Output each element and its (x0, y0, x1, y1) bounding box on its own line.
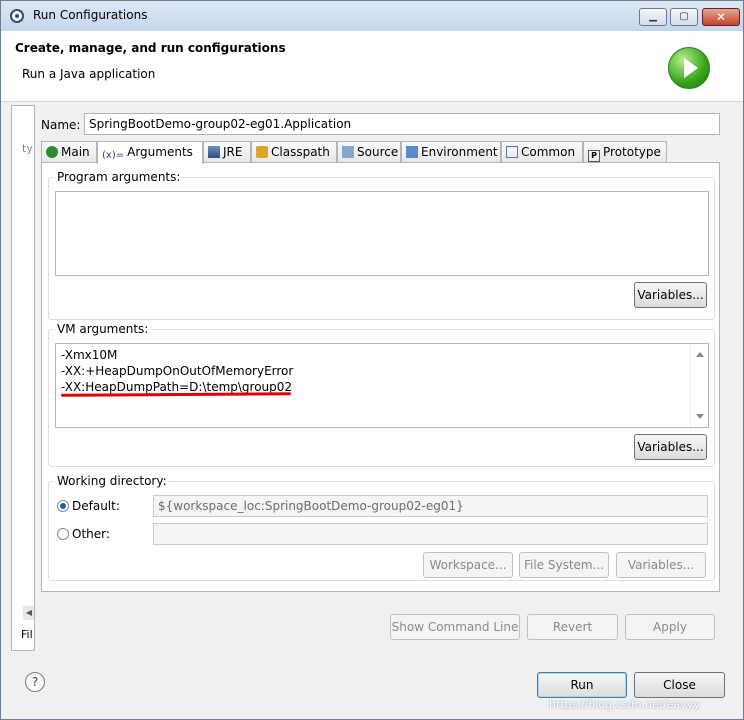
vm-arg-line: -XX:+HeapDumpOnOutOfMemoryError (61, 364, 294, 378)
arguments-tab-icon: (x)= (102, 150, 125, 161)
scroll-down-icon[interactable] (696, 414, 704, 419)
vm-arg-line: -Xmx10M (61, 348, 118, 362)
program-args-variables-button[interactable]: Variables... (634, 282, 707, 308)
default-label: Default: (72, 499, 120, 513)
tab-label: Source (357, 145, 399, 159)
tab-label: Common (521, 145, 576, 159)
environment-tab-icon (406, 146, 418, 158)
tab-environment[interactable]: Environment (401, 141, 501, 163)
file-system-button[interactable]: File System... (519, 552, 609, 578)
tab-common[interactable]: Common (501, 141, 583, 163)
other-radio[interactable] (57, 528, 69, 540)
scroll-left-arrow-icon[interactable]: ◀ (23, 606, 34, 620)
tab-label: JRE (223, 145, 243, 159)
default-radio[interactable] (57, 500, 69, 512)
source-tab-icon (342, 146, 354, 158)
dialog-header: Create, manage, and run configurations R… (1, 31, 743, 102)
common-tab-icon (506, 146, 518, 158)
vm-args-variables-button[interactable]: Variables... (634, 434, 707, 460)
vm-args-scrollbar[interactable] (690, 344, 708, 427)
program-arguments-label: Program arguments: (55, 170, 183, 184)
maximize-button[interactable]: ▢ (670, 8, 698, 26)
run-play-icon (668, 47, 710, 89)
prototype-tab-icon: P (588, 150, 600, 162)
tab-arguments[interactable]: (x)= Arguments (97, 141, 203, 164)
name-input[interactable]: SpringBootDemo-group02-eg01.Application (84, 113, 720, 135)
other-directory-field (153, 523, 708, 545)
eclipse-gear-icon (10, 9, 24, 23)
tab-prototype[interactable]: P Prototype (583, 141, 667, 163)
close-button[interactable]: Close (634, 672, 725, 698)
header-title: Create, manage, and run configurations (15, 41, 286, 55)
header-subtitle: Run a Java application (22, 67, 156, 81)
help-icon[interactable]: ? (25, 672, 45, 692)
configuration-tree-panel[interactable]: ty ◀ Fil (11, 105, 35, 651)
tab-label: Arguments (127, 145, 193, 159)
vm-arguments-label: VM arguments: (55, 322, 151, 336)
program-arguments-textarea[interactable] (55, 191, 709, 276)
filter-status-text: Fil (21, 628, 33, 641)
revert-button[interactable]: Revert (527, 614, 618, 640)
other-label: Other: (72, 527, 110, 541)
classpath-tab-icon (256, 146, 268, 158)
main-tab-icon (46, 146, 58, 158)
tab-jre[interactable]: JRE (203, 141, 251, 163)
show-command-line-button[interactable]: Show Command Line (390, 614, 520, 640)
tab-source[interactable]: Source (337, 141, 401, 163)
minimize-button[interactable]: ▁ (639, 8, 667, 26)
title-bar: Run Configurations ▁ ▢ ✕ (1, 1, 743, 31)
vm-arguments-group: VM arguments: -Xmx10M -XX:+HeapDumpOnOut… (48, 322, 715, 467)
working-directory-label: Working directory: (55, 474, 169, 488)
tab-label: Prototype (603, 145, 661, 159)
tab-main[interactable]: Main (41, 141, 97, 163)
workspace-button[interactable]: Workspace... (423, 552, 513, 578)
working-dir-variables-button[interactable]: Variables... (616, 552, 706, 578)
apply-button[interactable]: Apply (625, 614, 715, 640)
watermark-text: https://blog.csdn.net/eayyy (549, 698, 700, 711)
run-configurations-window: Run Configurations ▁ ▢ ✕ Create, manage,… (0, 0, 744, 720)
working-directory-group: Working directory: Default: ${workspace_… (48, 474, 715, 581)
jre-tab-icon (208, 146, 220, 158)
program-arguments-group: Program arguments: Variables... (48, 170, 715, 320)
scroll-up-icon[interactable] (696, 352, 704, 357)
name-label: Name: (41, 118, 81, 132)
vm-arguments-textarea[interactable]: -Xmx10M -XX:+HeapDumpOnOutOfMemoryError … (55, 343, 709, 428)
arguments-tab-panel: Program arguments: Variables... VM argum… (41, 162, 720, 592)
tab-label: Main (61, 145, 90, 159)
tab-classpath[interactable]: Classpath (251, 141, 337, 163)
tab-label: Environment (421, 145, 498, 159)
close-window-button[interactable]: ✕ (702, 8, 740, 26)
window-title: Run Configurations (33, 8, 148, 22)
tab-label: Classpath (271, 145, 330, 159)
run-button[interactable]: Run (537, 672, 627, 698)
filter-input-text[interactable]: ty (22, 142, 33, 155)
default-directory-field: ${workspace_loc:SpringBootDemo-group02-e… (153, 495, 708, 517)
